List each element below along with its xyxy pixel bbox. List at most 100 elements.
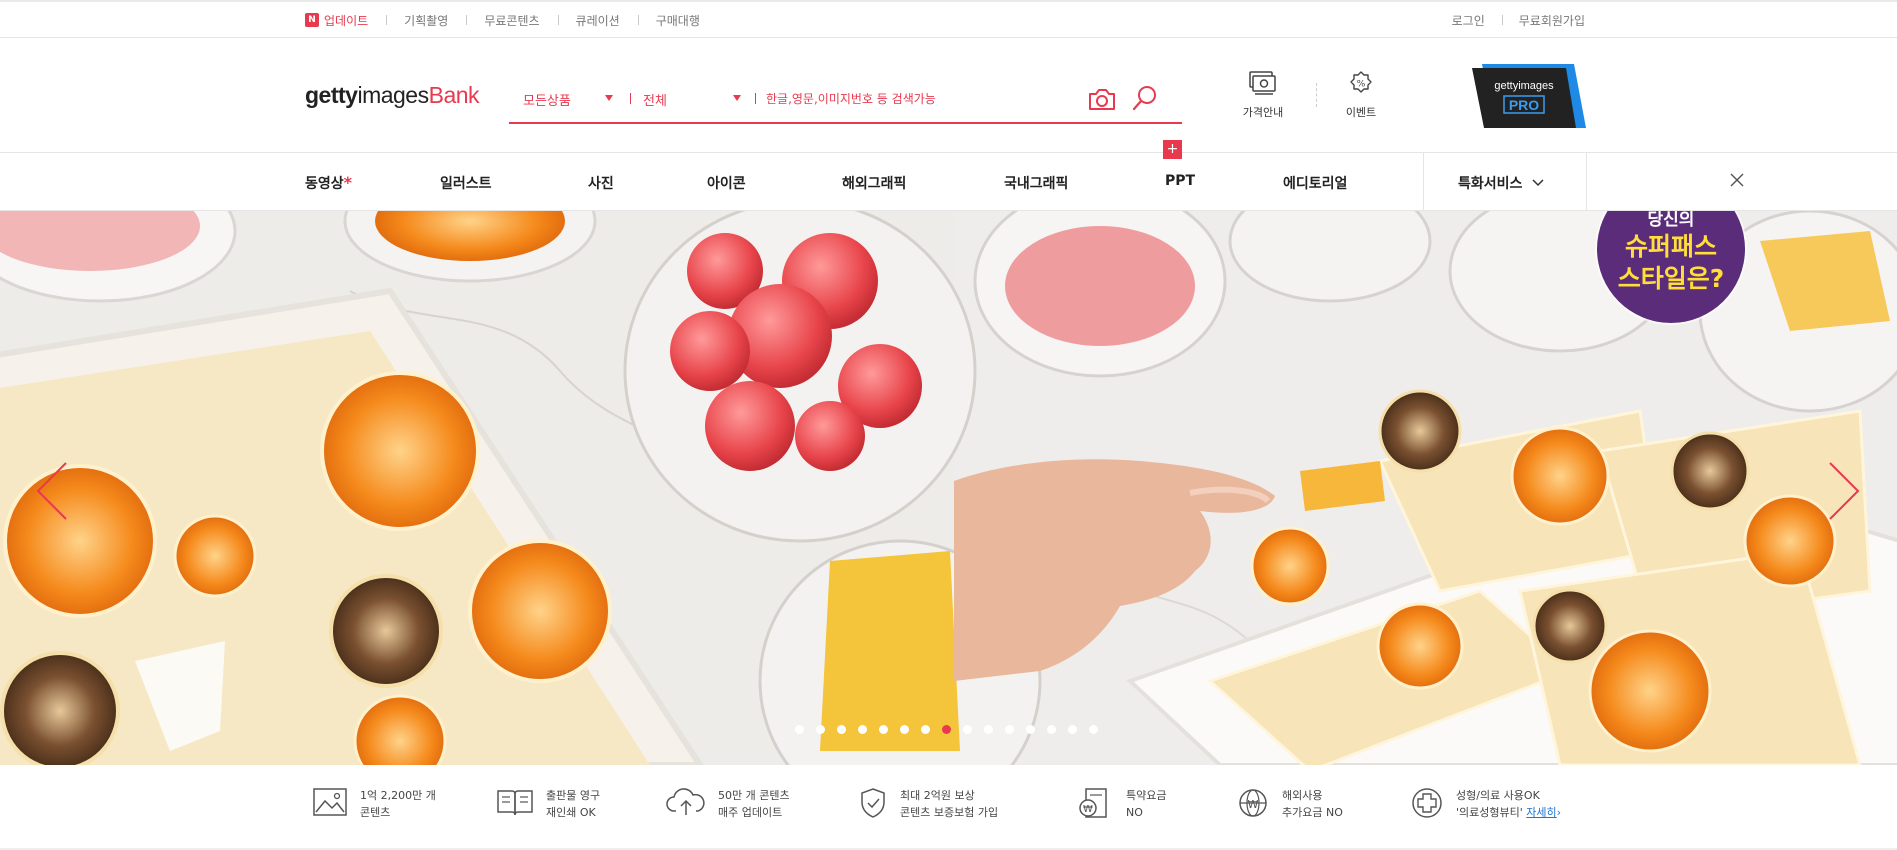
chevron-right-icon: › xyxy=(1556,806,1562,819)
slide-dot[interactable] xyxy=(900,725,909,734)
feature-line-1: 특약요금 xyxy=(1126,789,1167,802)
divider xyxy=(755,93,756,104)
signup-link[interactable]: 무료회원가입 xyxy=(1501,12,1585,29)
pro-badge[interactable]: gettyimages PRO xyxy=(1462,64,1586,128)
search-input[interactable] xyxy=(766,86,1066,112)
slide-dot[interactable] xyxy=(1005,725,1014,734)
feature-item: ₩ 특약요금 NO xyxy=(1078,787,1166,821)
divider xyxy=(1316,83,1317,107)
price-guide-label: 가격안내 xyxy=(1242,106,1284,119)
feature-line-1: 최대 2억원 보상 xyxy=(900,789,975,802)
slide-dot[interactable] xyxy=(837,725,846,734)
promo-line-3: 스타일은? xyxy=(1617,264,1725,293)
shield-icon xyxy=(861,788,885,818)
divider xyxy=(1586,153,1587,210)
chevron-down-icon xyxy=(733,95,741,101)
nav-item-editorial[interactable]: 에디토리얼 xyxy=(1283,173,1347,193)
svg-text:₩: ₩ xyxy=(1083,804,1093,815)
nav-item-illustration[interactable]: 일러스트 xyxy=(440,173,492,193)
pro-badge-top-text: gettyimages xyxy=(1494,80,1554,92)
feature-item: 성형/의료 사용OK '의료성형뷰티' 자세히› xyxy=(1410,787,1561,821)
event-label: 이벤트 xyxy=(1345,106,1377,119)
feature-item: 출판물 영구 재인쇄 OK xyxy=(496,787,600,821)
search-bar: 모든상품 전체 + xyxy=(509,74,1182,159)
new-star-icon: * xyxy=(343,173,353,192)
feature-line-2: 재인쇄 OK xyxy=(546,806,596,819)
feature-item: 최대 2억원 보상콘텐츠 보증보험 가입 xyxy=(858,787,998,821)
next-slide-icon[interactable] xyxy=(1826,461,1862,521)
feature-line-1: 1억 2,200만 개 xyxy=(360,789,436,802)
close-icon[interactable] xyxy=(1728,171,1746,189)
slide-pagination xyxy=(795,725,1110,734)
divider xyxy=(1423,153,1424,210)
nav-item-photo[interactable]: 사진 xyxy=(588,173,614,193)
cloud-upload-icon xyxy=(666,788,705,815)
category-select-value: 모든상품 xyxy=(523,94,571,109)
scope-select-value: 전체 xyxy=(643,94,667,109)
header: gettyimagesBank 모든상품 전체 + 가격안내 % xyxy=(0,38,1897,159)
feature-line-2: 콘텐츠 xyxy=(360,806,391,819)
feature-line-2: NO xyxy=(1126,806,1143,819)
special-services-dropdown[interactable]: 특화서비스 xyxy=(1458,173,1544,193)
won-doc-icon: ₩ xyxy=(1079,788,1107,818)
price-icon xyxy=(1249,71,1276,95)
login-link[interactable]: 로그인 xyxy=(1435,12,1502,29)
slide-dot[interactable] xyxy=(1068,725,1077,734)
slide-dot[interactable] xyxy=(816,725,825,734)
slide-dot[interactable] xyxy=(1047,725,1056,734)
site-logo[interactable]: gettyimagesBank xyxy=(305,82,480,109)
nav-item-ppt[interactable]: PPT xyxy=(1165,173,1195,189)
feature-line-2: 콘텐츠 보증보험 가입 xyxy=(900,806,999,819)
price-guide-link[interactable]: 가격안내 xyxy=(1228,70,1298,120)
chevron-down-icon xyxy=(1532,179,1544,187)
nav-item-domestic-graphic[interactable]: 국내그래픽 xyxy=(1004,173,1068,193)
svg-text:₩: ₩ xyxy=(1248,798,1259,811)
details-link[interactable]: 자세히 xyxy=(1526,806,1556,819)
feature-line-2: 추가요금 NO xyxy=(1282,806,1343,819)
nav-item-label: 동영상 xyxy=(305,176,344,192)
feature-item: 1억 2,200만 개콘텐츠 xyxy=(312,787,436,821)
promo-line-2: 슈퍼패스 xyxy=(1624,232,1717,261)
slide-dot[interactable] xyxy=(795,725,804,734)
divider xyxy=(630,93,631,104)
image-icon xyxy=(313,788,347,816)
book-icon xyxy=(497,790,533,816)
slide-dot[interactable] xyxy=(921,725,930,734)
nav-item-overseas-graphic[interactable]: 해외그래픽 xyxy=(842,173,906,193)
free-content-link[interactable]: 무료콘텐츠 xyxy=(466,12,557,29)
event-icon: % xyxy=(1350,71,1372,93)
special-services-label: 특화서비스 xyxy=(1458,176,1523,192)
slide-dot[interactable] xyxy=(963,725,972,734)
update-link[interactable]: N 업데이트 xyxy=(305,12,386,29)
feature-line-1: 50만 개 콘텐츠 xyxy=(718,789,790,802)
feature-line-2: '의료성형뷰티' xyxy=(1456,806,1523,819)
nav-item-icon[interactable]: 아이콘 xyxy=(707,173,746,193)
prev-slide-icon[interactable] xyxy=(34,461,70,521)
event-link[interactable]: % 이벤트 xyxy=(1326,70,1396,120)
logo-part-bank: Bank xyxy=(428,82,480,108)
slide-dot[interactable] xyxy=(942,725,951,734)
slide-dot[interactable] xyxy=(858,725,867,734)
purchase-agent-link[interactable]: 구매대행 xyxy=(637,12,718,29)
top-utility-left: N 업데이트 기획촬영 무료콘텐츠 큐레이션 구매대행 xyxy=(305,2,718,38)
planned-shoot-link[interactable]: 기획촬영 xyxy=(386,12,466,29)
new-badge-icon: N xyxy=(305,13,319,27)
slide-dot[interactable] xyxy=(1089,725,1098,734)
nav-item-video[interactable]: 동영상* xyxy=(305,173,352,193)
medical-cross-icon xyxy=(1412,788,1442,818)
curation-link[interactable]: 큐레이션 xyxy=(557,12,638,29)
svg-text:%: % xyxy=(1357,80,1366,90)
slide-dot[interactable] xyxy=(879,725,888,734)
slide-dot[interactable] xyxy=(1026,725,1035,734)
slide-dot[interactable] xyxy=(984,725,993,734)
update-label: 업데이트 xyxy=(324,13,369,28)
feature-item: 50만 개 콘텐츠 매주 업데이트 xyxy=(666,787,790,821)
logo-part-images: images xyxy=(357,82,429,108)
top-utility-bar: N 업데이트 기획촬영 무료콘텐츠 큐레이션 구매대행 로그인 무료회원가입 xyxy=(0,0,1897,38)
camera-icon[interactable] xyxy=(1087,86,1117,112)
category-select[interactable]: 모든상품 xyxy=(523,90,618,109)
search-icon[interactable] xyxy=(1131,84,1159,112)
hero-slider: 당신의 슈퍼패스 스타일은? xyxy=(0,211,1897,765)
logo-part-getty: getty xyxy=(305,82,358,108)
top-utility-right: 로그인 무료회원가입 xyxy=(1435,2,1585,38)
